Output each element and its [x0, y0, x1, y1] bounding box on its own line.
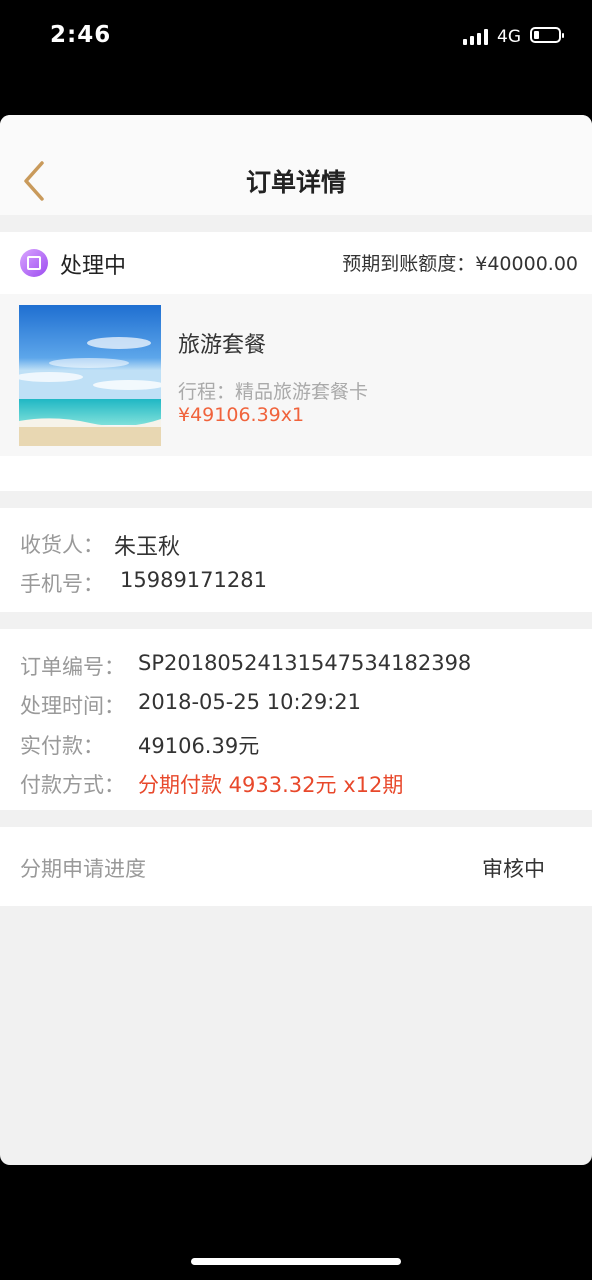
installment-progress-row[interactable]: 分期申请进度 审核中	[0, 827, 592, 906]
order-status-label: 处理中	[60, 254, 127, 279]
product-price: ¥49106.39x1	[178, 404, 305, 426]
order-number: SP2018052413154753418239​8	[138, 651, 472, 675]
paid-amount: 49106.39元	[138, 734, 260, 758]
product-image	[19, 305, 161, 446]
phone-number[interactable]: 15989171281	[120, 568, 267, 592]
product-footer-spacer	[0, 456, 592, 491]
network-type: 4G	[497, 27, 521, 47]
phone-label: 手机号：	[20, 572, 104, 596]
order-status-row: 处理中 预期到账额度：¥40000.00	[0, 232, 592, 294]
process-time: 2018-05-25 10:29:21	[138, 690, 362, 714]
page-title: 订单详情	[245, 168, 346, 197]
consignee-name: 朱玉秋	[114, 535, 181, 560]
installment-progress-label: 分期申请进度	[20, 857, 146, 881]
product-name: 旅游套餐	[178, 333, 267, 358]
installment-status: 审核中	[482, 857, 545, 881]
product-item[interactable]: 旅游套餐 行程：精品旅游套餐卡 ¥49106.39x1	[0, 294, 592, 456]
processing-status-icon	[20, 249, 48, 277]
expected-credit-label: 预期到账额度：	[342, 253, 476, 275]
nav-bar: 订单详情	[0, 115, 592, 215]
expected-credit-amount: ¥40000.00	[475, 253, 578, 275]
order-info-card: 订单编号： SP2018052413154753418239​8 处理时间： 2…	[0, 629, 592, 810]
consignee-card: 收货人： 朱玉秋 手机号： 15989171281	[0, 508, 592, 612]
payment-method: 分期付款 4933.32元 x12期	[138, 773, 404, 797]
payment-method-label: 付款方式：	[20, 773, 125, 797]
expected-credit: 预期到账额度：¥40000.00	[342, 249, 578, 276]
home-indicator[interactable]	[191, 1258, 401, 1265]
consignee-label: 收货人：	[20, 533, 104, 557]
process-time-label: 处理时间：	[20, 694, 125, 718]
product-route: 行程：精品旅游套餐卡	[178, 381, 369, 403]
order-number-label: 订单编号：	[20, 655, 125, 679]
status-bar: 2:46 4G	[0, 0, 592, 80]
status-time: 2:46	[50, 22, 112, 48]
paid-amount-label: 实付款：	[20, 734, 104, 758]
order-detail-screen: 订单详情 处理中 预期到账额度：¥40000.00 旅游套餐 行程：精品旅游套餐…	[0, 115, 592, 1165]
battery-icon	[530, 27, 564, 43]
signal-icon	[463, 29, 489, 45]
